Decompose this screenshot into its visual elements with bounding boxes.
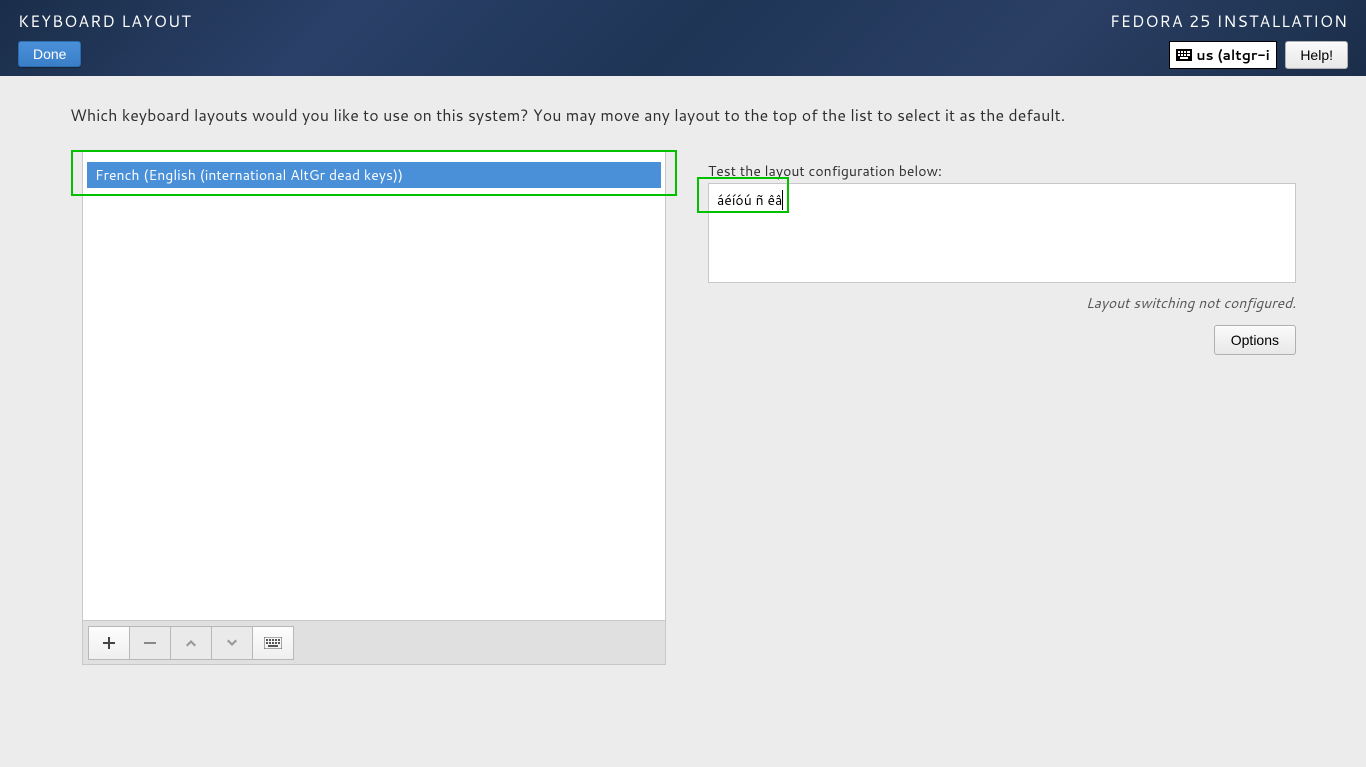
options-button[interactable]: Options <box>1214 325 1296 355</box>
options-row: Options <box>708 325 1296 355</box>
page-title: KEYBOARD LAYOUT <box>18 10 192 33</box>
content-area: Which keyboard layouts would you like to… <box>0 76 1366 685</box>
test-input-value: áéíóú ñ êâ <box>717 190 783 210</box>
chevron-up-icon <box>184 636 198 650</box>
layout-list[interactable]: French (English (international AltGr dea… <box>82 151 666 621</box>
test-label: Test the layout configuration below: <box>708 161 1296 181</box>
main-row: French (English (international AltGr dea… <box>70 151 1296 665</box>
layout-indicator-text: us (altgr-in... <box>1196 45 1270 65</box>
keyboard-icon <box>264 637 282 649</box>
test-box-wrapper: áéíóú ñ êâ <box>708 183 1296 283</box>
remove-layout-button[interactable] <box>129 626 171 660</box>
keyboard-icon <box>1176 49 1192 61</box>
move-down-button[interactable] <box>211 626 253 660</box>
chevron-down-icon <box>225 636 239 650</box>
header-right: FEDORA 25 INSTALLATION us (altgr-in... H… <box>1110 0 1348 76</box>
header-left: KEYBOARD LAYOUT Done <box>18 0 192 76</box>
header-bar: KEYBOARD LAYOUT Done FEDORA 25 INSTALLAT… <box>0 0 1366 76</box>
layout-indicator[interactable]: us (altgr-in... <box>1169 41 1277 69</box>
move-up-button[interactable] <box>170 626 212 660</box>
done-button[interactable]: Done <box>18 41 81 67</box>
layout-toolbar <box>82 621 666 665</box>
header-controls: us (altgr-in... Help! <box>1169 41 1348 69</box>
plus-icon <box>102 636 116 650</box>
layout-item-selected[interactable]: French (English (international AltGr dea… <box>87 162 661 188</box>
help-button[interactable]: Help! <box>1285 41 1348 69</box>
instruction-text: Which keyboard layouts would you like to… <box>70 104 1296 127</box>
test-input[interactable]: áéíóú ñ êâ <box>708 183 1296 283</box>
preview-layout-button[interactable] <box>252 626 294 660</box>
add-layout-button[interactable] <box>88 626 130 660</box>
layout-switch-status: Layout switching not configured. <box>708 293 1296 313</box>
left-panel: French (English (international AltGr dea… <box>70 151 678 665</box>
install-title: FEDORA 25 INSTALLATION <box>1110 10 1348 33</box>
minus-icon <box>143 636 157 650</box>
right-panel: Test the layout configuration below: áéí… <box>708 161 1296 355</box>
